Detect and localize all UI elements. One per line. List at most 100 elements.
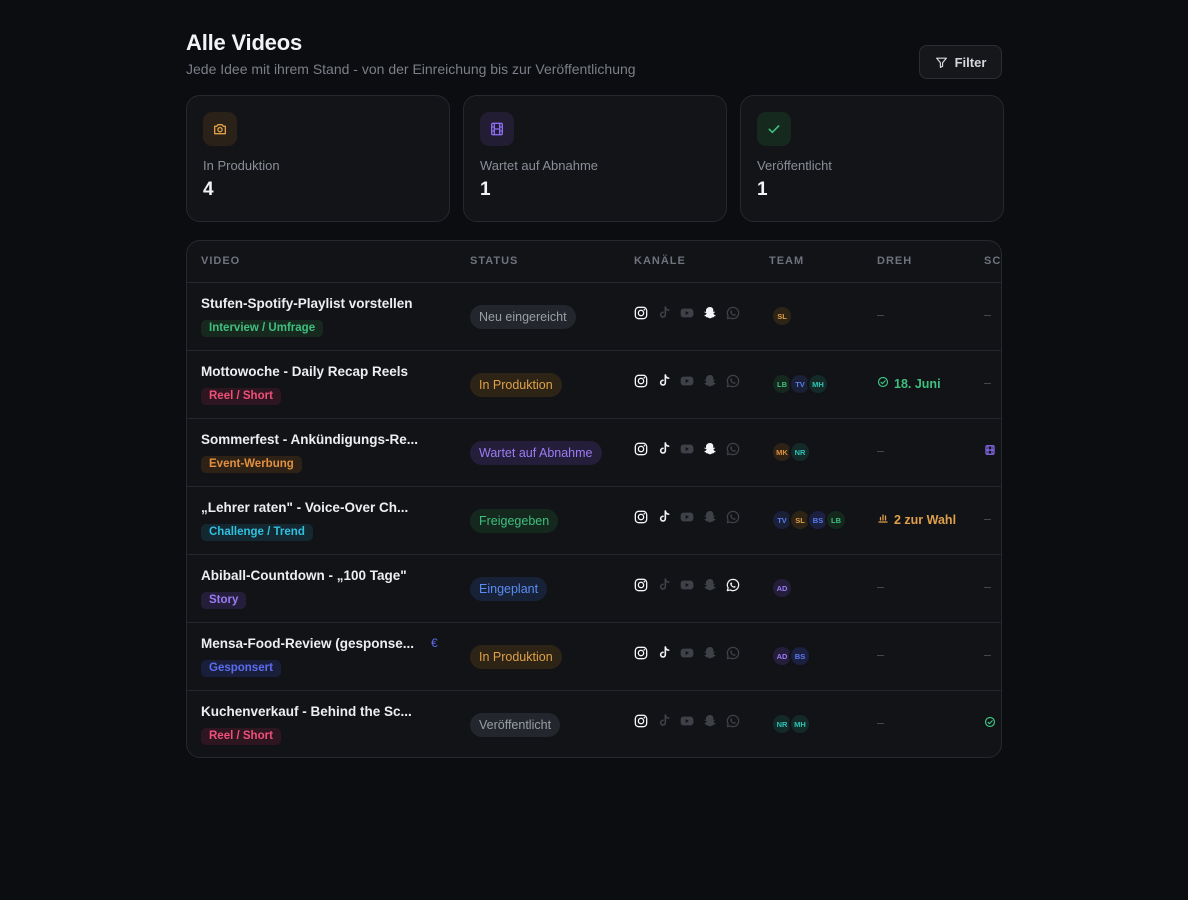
instagram-icon[interactable] [633, 373, 649, 389]
shoot-date-text: – [877, 716, 884, 730]
page-subtitle: Jede Idee mit ihrem Stand - von der Einr… [186, 61, 636, 77]
tiktok-icon[interactable] [656, 645, 672, 661]
video-title[interactable]: Abiball-Countdown - „100 Tage" [201, 568, 407, 583]
status-badge[interactable]: Wartet auf Abnahme [470, 441, 602, 465]
tiktok-icon[interactable] [656, 509, 672, 525]
snapchat-icon[interactable] [702, 645, 718, 661]
column-header-team[interactable]: TEAM [769, 255, 804, 267]
avatar[interactable]: AD [771, 577, 793, 599]
whatsapp-icon[interactable] [725, 645, 741, 661]
status-badge[interactable]: In Produktion [470, 645, 562, 669]
tiktok-icon[interactable] [656, 305, 672, 321]
instagram-icon[interactable] [633, 509, 649, 525]
avatar[interactable]: NR [789, 441, 811, 463]
status-badge[interactable]: Veröffentlicht [470, 713, 561, 737]
table-row[interactable]: Abiball-Countdown - „100 Tage" Story Einge… [187, 555, 1001, 623]
youtube-icon[interactable] [679, 713, 695, 729]
status-badge[interactable]: Eingeplant [470, 577, 548, 601]
whatsapp-icon[interactable] [725, 305, 741, 321]
tiktok-icon[interactable] [656, 441, 672, 457]
shoot-date: – [877, 716, 884, 730]
team-avatars: AD BS [771, 645, 811, 667]
stat-cards: In Produktion 4 Wartet auf Abnahme 1 Veröffe… [186, 95, 1004, 222]
schedule-cell: – [984, 308, 991, 322]
video-title[interactable]: Mensa-Food-Review (gesponse... [201, 636, 414, 651]
format-tag: Story [201, 592, 247, 609]
shoot-date-text: 2 zur Wahl [894, 512, 957, 527]
video-title[interactable]: Kuchenverkauf - Behind the Sc... [201, 704, 412, 719]
tiktok-icon[interactable] [656, 713, 672, 729]
whatsapp-icon[interactable] [725, 509, 741, 525]
schedule-cell: – [984, 512, 991, 526]
shoot-date: – [877, 580, 884, 594]
youtube-icon[interactable] [679, 305, 695, 321]
channel-icons [633, 305, 741, 321]
sponsored-euro-icon: € [431, 636, 438, 650]
format-tag: Event-Werbung [201, 456, 302, 473]
shoot-date-text: – [877, 580, 884, 594]
table-row[interactable]: Mottowoche - Daily Recap Reels Reel / Sho… [187, 351, 1001, 419]
column-header-kanäle[interactable]: KANÄLE [634, 255, 686, 267]
table-row[interactable]: Mensa-Food-Review (gesponse... € Gesponser… [187, 623, 1001, 691]
snapchat-icon[interactable] [702, 577, 718, 593]
avatar[interactable]: BS [789, 645, 811, 667]
snapchat-icon[interactable] [702, 305, 718, 321]
videos-table: VIDEO STATUS KANÄLE TEAM DREH SC Stufen-Spoti… [186, 240, 1002, 758]
status-badge[interactable]: Neu eingereicht [470, 305, 576, 329]
whatsapp-icon[interactable] [725, 373, 741, 389]
youtube-icon[interactable] [679, 373, 695, 389]
column-header-status[interactable]: STATUS [470, 255, 518, 267]
snapchat-icon[interactable] [702, 373, 718, 389]
youtube-icon[interactable] [679, 577, 695, 593]
team-avatars: NR MH [771, 713, 811, 735]
format-tag: Interview / Umfrage [201, 320, 324, 337]
avatar[interactable]: LB [825, 509, 847, 531]
table-row[interactable]: Sommerfest - Ankündigungs-Re... Event-Wer… [187, 419, 1001, 487]
table-row[interactable]: „Lehrer raten" - Voice-Over Ch... Challen… [187, 487, 1001, 555]
status-badge[interactable]: Freigegeben [470, 509, 559, 533]
snapchat-icon[interactable] [702, 713, 718, 729]
instagram-icon[interactable] [633, 441, 649, 457]
avatar[interactable]: SL [771, 305, 793, 327]
shoot-date[interactable]: 18. Juni [877, 376, 941, 391]
format-tag: Reel / Short [201, 728, 281, 745]
instagram-icon[interactable] [633, 645, 649, 661]
video-title[interactable]: Mottowoche - Daily Recap Reels [201, 364, 408, 379]
check-icon [757, 112, 791, 146]
tiktok-icon[interactable] [656, 577, 672, 593]
instagram-icon[interactable] [633, 577, 649, 593]
status-badge[interactable]: In Produktion [470, 373, 562, 397]
column-header-video[interactable]: VIDEO [201, 255, 240, 267]
channel-icons [633, 373, 741, 389]
snapchat-icon[interactable] [702, 509, 718, 525]
instagram-icon[interactable] [633, 305, 649, 321]
instagram-icon[interactable] [633, 713, 649, 729]
table-row[interactable]: Kuchenverkauf - Behind the Sc... Reel / S… [187, 691, 1001, 757]
channel-icons [633, 645, 741, 661]
channel-icons [633, 509, 741, 525]
avatar[interactable]: MH [807, 373, 829, 395]
youtube-icon[interactable] [679, 509, 695, 525]
schedule-cell: – [984, 580, 991, 594]
youtube-icon[interactable] [679, 645, 695, 661]
stat-card: In Produktion 4 [186, 95, 450, 222]
video-title[interactable]: Stufen-Spotify-Playlist vorstellen [201, 296, 413, 311]
youtube-icon[interactable] [679, 441, 695, 457]
whatsapp-icon[interactable] [725, 577, 741, 593]
whatsapp-icon[interactable] [725, 441, 741, 457]
shoot-date[interactable]: 2 zur Wahl [877, 512, 956, 527]
video-title[interactable]: Sommerfest - Ankündigungs-Re... [201, 432, 418, 447]
snapchat-icon[interactable] [702, 441, 718, 457]
shoot-date-text: – [877, 444, 884, 458]
whatsapp-icon[interactable] [725, 713, 741, 729]
filter-button[interactable]: Filter [919, 45, 1002, 79]
team-avatars: AD [771, 577, 793, 599]
table-header: VIDEO STATUS KANÄLE TEAM DREH SC [187, 241, 1001, 283]
column-header-dreh[interactable]: DREH [877, 255, 912, 267]
table-row[interactable]: Stufen-Spotify-Playlist vorstellen Interv… [187, 283, 1001, 351]
column-header-sc[interactable]: SC [984, 255, 1001, 267]
avatar[interactable]: MH [789, 713, 811, 735]
tiktok-icon[interactable] [656, 373, 672, 389]
video-title[interactable]: „Lehrer raten" - Voice-Over Ch... [201, 500, 408, 515]
film-icon [480, 112, 514, 146]
